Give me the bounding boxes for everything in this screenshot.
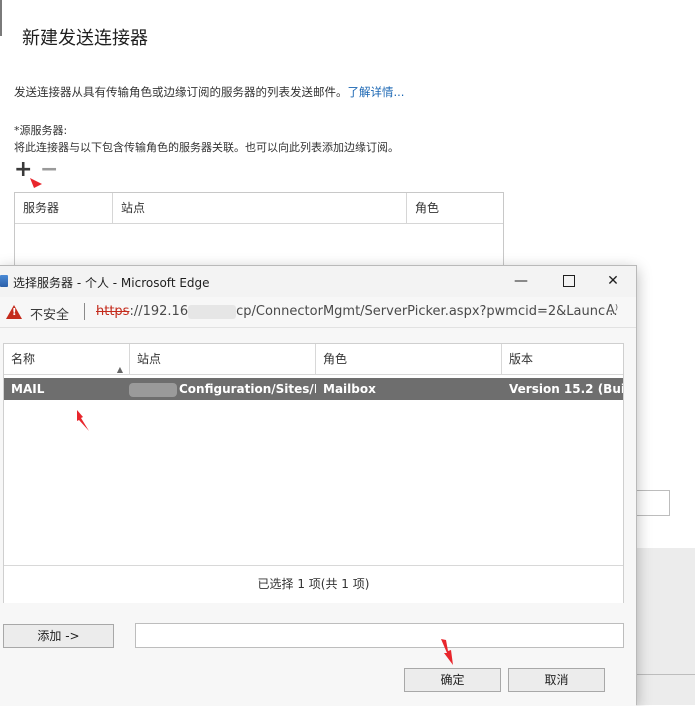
red-annotation-arrow-icon bbox=[441, 639, 453, 665]
minimize-icon[interactable]: — bbox=[498, 266, 544, 297]
source-server-label: *源服务器: bbox=[14, 124, 68, 137]
url-path: cp/ConnectorMgmt/ServerPicker.aspx?pwmci… bbox=[236, 304, 618, 319]
redacted-host-part bbox=[188, 304, 237, 319]
red-annotation-arrow-icon bbox=[30, 178, 42, 188]
maximize-icon[interactable] bbox=[546, 266, 592, 297]
column-header-name-label: 名称 bbox=[11, 352, 36, 366]
read-aloud-icon[interactable]: A⁾ bbox=[606, 303, 618, 318]
source-server-grid: 服务器 站点 角色 bbox=[14, 192, 504, 274]
window-titlebar[interactable]: 选择服务器 - 个人 - Microsoft Edge — ✕ bbox=[0, 266, 636, 297]
cell-site: Configuration/Sites/De... bbox=[122, 378, 316, 400]
server-picker-grid: 名称 ▲ 站点 角色 版本 MAIL Configuration/Sites/D… bbox=[3, 343, 624, 603]
redacted-site-part bbox=[129, 382, 177, 397]
background-divider bbox=[637, 674, 695, 675]
url-host: ://192.16 bbox=[129, 304, 189, 319]
selected-servers-field[interactable] bbox=[135, 623, 624, 648]
red-annotation-arrow-icon bbox=[77, 410, 89, 431]
cancel-button[interactable]: 取消 bbox=[508, 668, 605, 692]
source-server-description: 将此连接器与以下包含传输角色的服务器关联。也可以向此列表添加边缘订阅。 bbox=[14, 141, 399, 154]
description-text: 发送连接器从具有传输角色或边缘订阅的服务器的列表发送邮件。 bbox=[14, 85, 348, 99]
table-row[interactable]: MAIL Configuration/Sites/De... Mailbox V… bbox=[4, 378, 623, 400]
column-header-server[interactable]: 服务器 bbox=[15, 193, 113, 223]
add-button[interactable]: 添加 -> bbox=[3, 624, 114, 648]
background-field bbox=[636, 490, 670, 516]
column-header-role[interactable]: 角色 bbox=[407, 193, 501, 223]
url-text[interactable]: https://192.16 cp/ConnectorMgmt/ServerPic… bbox=[96, 304, 618, 319]
wizard-description: 发送连接器从具有传输角色或边缘订阅的服务器的列表发送邮件。了解详情... bbox=[14, 84, 404, 100]
left-edge-divider bbox=[0, 0, 2, 36]
window-title: 选择服务器 - 个人 - Microsoft Edge bbox=[13, 276, 210, 290]
column-header-site[interactable]: 站点 bbox=[113, 193, 407, 223]
server-picker-window: 选择服务器 - 个人 - Microsoft Edge — ✕ ! 不安全 ht… bbox=[0, 265, 637, 706]
close-icon[interactable]: ✕ bbox=[590, 266, 636, 297]
background-panel-edge bbox=[637, 548, 695, 705]
selection-status: 已选择 1 项(共 1 项) bbox=[4, 565, 623, 603]
not-secure-label[interactable]: 不安全 bbox=[30, 304, 69, 323]
source-server-grid-header: 服务器 站点 角色 bbox=[15, 193, 503, 224]
column-header-version[interactable]: 版本 bbox=[502, 344, 623, 374]
page-title: 新建发送连接器 bbox=[22, 28, 148, 49]
column-header-role[interactable]: 角色 bbox=[316, 344, 502, 374]
cell-name: MAIL bbox=[11, 382, 45, 396]
column-header-name[interactable]: 名称 ▲ bbox=[4, 344, 130, 374]
warning-icon: ! bbox=[6, 305, 22, 319]
app-icon bbox=[0, 275, 8, 287]
ok-button[interactable]: 确定 bbox=[404, 668, 501, 692]
address-bar[interactable]: ! 不安全 https://192.16 cp/ConnectorMgmt/Ser… bbox=[0, 297, 636, 328]
learn-more-link[interactable]: 了解详情... bbox=[348, 85, 405, 99]
server-picker-content: 名称 ▲ 站点 角色 版本 MAIL Configuration/Sites/D… bbox=[0, 328, 636, 706]
cell-role: Mailbox bbox=[323, 382, 376, 396]
server-picker-grid-header: 名称 ▲ 站点 角色 版本 bbox=[4, 344, 623, 375]
cell-version: Version 15.2 (Build... bbox=[509, 382, 623, 396]
cell-site-text: Configuration/Sites/De... bbox=[179, 382, 316, 396]
column-header-site[interactable]: 站点 bbox=[130, 344, 316, 374]
url-scheme: https bbox=[96, 304, 130, 319]
address-separator bbox=[84, 303, 85, 320]
